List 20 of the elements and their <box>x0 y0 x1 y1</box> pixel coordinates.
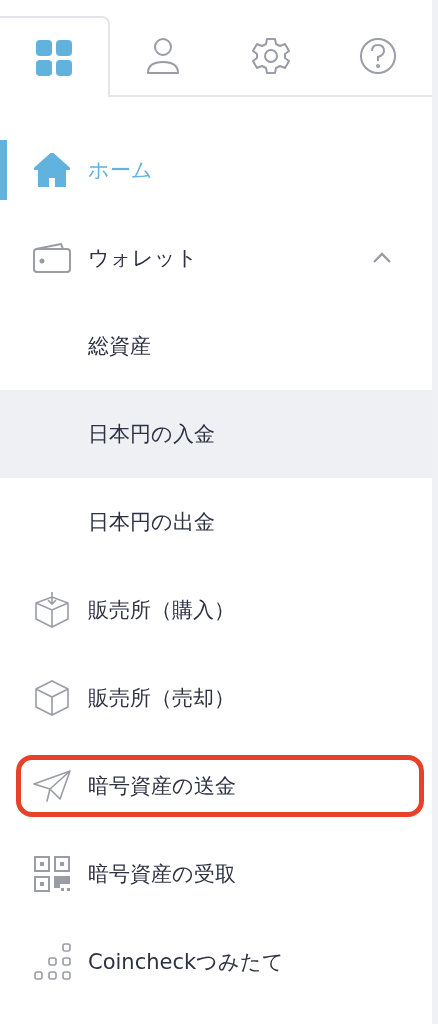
menu-item[interactable]: Coincheckつみたて <box>0 918 432 1006</box>
box-icon <box>35 680 69 716</box>
submenu-item[interactable]: 日本円の入金 <box>0 390 432 478</box>
wallet-icon <box>33 243 71 273</box>
menu-item[interactable]: 暗号資産の受取 <box>0 830 432 918</box>
grid-icon <box>35 39 72 76</box>
menu-item[interactable]: 暗号資産の送金 <box>0 742 432 830</box>
paper-plane-icon <box>33 770 71 802</box>
user-icon <box>145 36 182 75</box>
tab[interactable] <box>0 16 110 97</box>
home-icon <box>34 153 70 187</box>
blocks-icon <box>33 943 71 981</box>
menu-item[interactable]: 販売所（購入） <box>0 566 432 654</box>
box-icon <box>35 592 69 628</box>
menu-item[interactable]: 販売所（売却） <box>0 654 432 742</box>
help-icon <box>359 36 398 75</box>
menu-item[interactable]: ウォレット <box>0 214 432 302</box>
caret-up-icon[interactable] <box>372 252 392 264</box>
settings-icon <box>251 36 290 75</box>
qr-code-icon <box>34 856 70 892</box>
